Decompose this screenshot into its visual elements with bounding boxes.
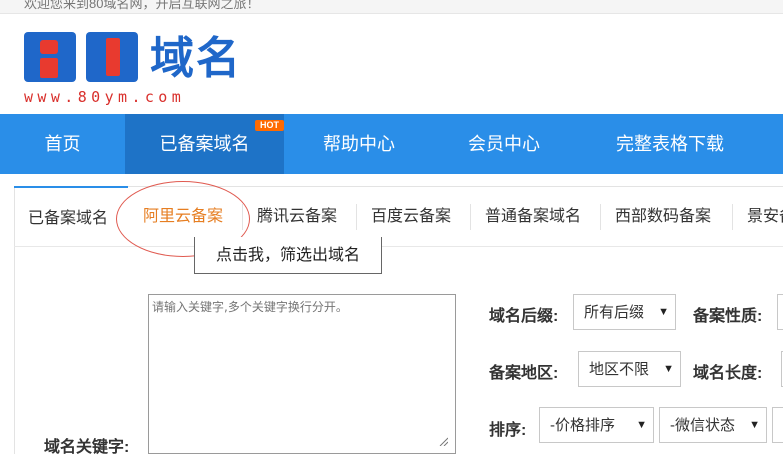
nav-item-home[interactable]: 首页: [0, 114, 125, 174]
region-label: 备案地区:: [489, 365, 559, 382]
hot-badge: HOT: [255, 120, 284, 131]
wechat-status-select[interactable]: -微信状态 ▼: [659, 407, 767, 443]
tab-registered-domains[interactable]: 已备案域名: [14, 186, 128, 246]
tooltip-text: 点击我，筛选出域名: [215, 247, 360, 264]
logo-chinese-text: 域名: [150, 34, 242, 83]
tab-divider: [470, 204, 471, 230]
region-select-value: 地区不限: [589, 361, 650, 378]
logo-bar-i: [40, 58, 58, 78]
top-welcome-bar: 欢迎您来到80域名网，开启互联网之旅！: [0, 0, 783, 14]
price-sort-value: -价格排序: [550, 417, 615, 434]
chevron-down-icon: ▼: [747, 408, 760, 442]
suffix-select[interactable]: 所有后缀 ▼: [573, 294, 676, 330]
tab-baidu[interactable]: 百度云备案: [371, 186, 451, 246]
price-sort-select[interactable]: -价格排序 ▼: [539, 407, 654, 443]
tab-label: 已备案域名: [28, 210, 109, 227]
nav-item-help[interactable]: 帮助中心: [284, 114, 434, 174]
record-nature-select[interactable]: [777, 294, 783, 330]
chevron-down-icon: ▼: [656, 295, 669, 329]
chevron-down-icon: ▼: [634, 408, 647, 442]
tab-jingan[interactable]: 景安备: [747, 186, 783, 246]
welcome-text: 欢迎您来到80域名网，开启互联网之旅！: [24, 0, 260, 11]
sort-label: 排序:: [489, 422, 527, 439]
tab-label: 景安备: [747, 208, 783, 225]
wechat-status-value: -微信状态: [670, 417, 735, 434]
tab-divider: [356, 204, 357, 230]
nav-item-registered-domains[interactable]: 已备案域名 HOT: [125, 114, 284, 174]
nav-item-label: 已备案域名: [159, 134, 250, 154]
nav-item-download[interactable]: 完整表格下载: [574, 114, 766, 174]
suffix-select-value: 所有后缀: [584, 304, 645, 321]
extra-select[interactable]: [772, 407, 783, 443]
tab-divider: [732, 204, 733, 230]
record-nature-label: 备案性质:: [693, 308, 763, 325]
region-select[interactable]: 地区不限 ▼: [578, 351, 681, 387]
tab-label: 普通备案域名: [485, 208, 582, 225]
tab-west-digital[interactable]: 西部数码备案: [615, 186, 711, 246]
nav-item-label: 帮助中心: [323, 134, 395, 154]
suffix-label: 域名后缀:: [489, 308, 559, 325]
tab-label: 百度云备案: [371, 208, 452, 225]
logo-bar-l: [106, 38, 120, 76]
filter-tooltip: 点击我，筛选出域名: [194, 237, 382, 274]
nav-item-member[interactable]: 会员中心: [434, 114, 574, 174]
tab-label: 西部数码备案: [615, 208, 712, 225]
nav-item-label: 完整表格下载: [616, 134, 724, 154]
resize-grip-icon[interactable]: [438, 436, 448, 446]
logo-url-text: www.80ym.com: [24, 88, 186, 106]
logo-dot: [40, 40, 58, 54]
tab-divider: [600, 204, 601, 230]
nav-item-label: 首页: [44, 134, 81, 154]
keyword-label: 域名关键字:: [44, 439, 130, 456]
main-nav: 首页 已备案域名 HOT 帮助中心 会员中心 完整表格下载: [0, 114, 783, 174]
site-logo[interactable]: 域名 www.80ym.com: [24, 32, 264, 112]
keyword-textarea[interactable]: [148, 294, 456, 454]
length-label: 域名长度:: [693, 365, 763, 382]
nav-item-label: 会员中心: [468, 134, 540, 154]
tab-label: 腾讯云备案: [257, 208, 338, 225]
tab-normal[interactable]: 普通备案域名: [485, 186, 581, 246]
chevron-down-icon: ▼: [661, 352, 674, 386]
